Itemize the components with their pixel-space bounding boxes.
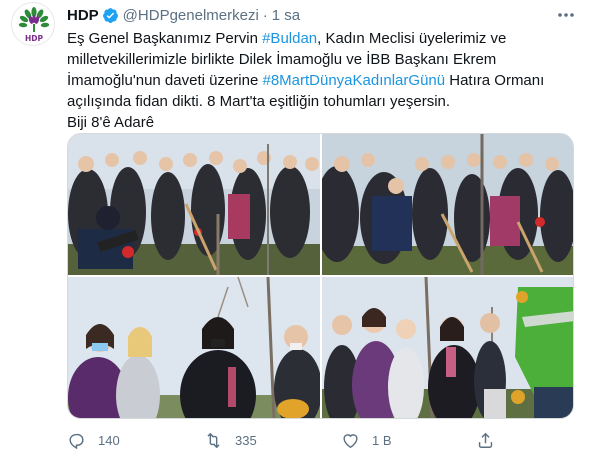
tweet-photo-1[interactable] bbox=[68, 134, 320, 275]
tweet-photo-2[interactable] bbox=[322, 134, 573, 275]
hashtag-link-buldan[interactable]: #Buldan bbox=[262, 30, 317, 47]
tweet-header: HDP @HDPgenelmerkezi · 1 sa bbox=[67, 5, 300, 25]
tweet-photo-3[interactable] bbox=[68, 277, 320, 418]
heart-icon bbox=[343, 433, 358, 448]
retweet-count: 335 bbox=[235, 432, 257, 448]
text-fragment: , Kadın Meclisi üyelerimiz ve bbox=[317, 30, 507, 47]
text-fragment: Hatıra Ormanı bbox=[445, 72, 545, 89]
separator-dot: · bbox=[262, 6, 268, 24]
like-button[interactable]: 1 B bbox=[341, 428, 392, 452]
more-icon bbox=[558, 13, 574, 17]
tweet-photo-4[interactable] bbox=[322, 277, 573, 418]
hashtag-link-8mart[interactable]: #8MartDünyaKadınlarGünü bbox=[262, 72, 445, 89]
reply-icon bbox=[69, 433, 84, 449]
tweet-text: Eş Genel Başkanımız Pervin #Buldan, Kadı… bbox=[67, 28, 579, 133]
text-fragment: İmamoğlu'nun daveti üzerine bbox=[67, 72, 263, 89]
tweet-timestamp[interactable]: 1 sa bbox=[272, 7, 300, 24]
avatar-logo-text: HDP bbox=[25, 34, 44, 43]
retweet-button[interactable]: 335 bbox=[204, 428, 257, 452]
tweet-text-line-2: milletvekillerimizle birlikte Dilek İmam… bbox=[67, 51, 497, 68]
reply-count: 140 bbox=[98, 432, 120, 448]
tweet-text-line-1: Eş Genel Başkanımız Pervin #Buldan, Kadı… bbox=[67, 28, 579, 49]
tweet-card[interactable]: HDP HDP @HDPgenelmerkezi · 1 sa Eş Genel… bbox=[0, 0, 591, 468]
hdp-logo-icon: HDP bbox=[12, 3, 54, 45]
verified-badge-icon bbox=[102, 7, 118, 23]
reply-button[interactable]: 140 bbox=[67, 428, 120, 452]
text-fragment: Eş Genel Başkanımız Pervin bbox=[67, 30, 263, 47]
tweet-text-line-5: Biji 8'ê Adarê bbox=[67, 114, 155, 131]
share-icon bbox=[478, 432, 493, 448]
tweet-text-line-4: açılışında fidan dikti. 8 Mart'ta eşitli… bbox=[67, 93, 451, 110]
tweet-action-bar: 140 335 1 B bbox=[67, 428, 579, 452]
like-count: 1 B bbox=[372, 432, 392, 448]
retweet-icon bbox=[207, 432, 220, 448]
tweet-text-line-3: İmamoğlu'nun daveti üzerine #8MartDünyaK… bbox=[67, 70, 579, 91]
share-button[interactable] bbox=[476, 428, 495, 452]
media-grid bbox=[67, 133, 574, 419]
avatar[interactable]: HDP bbox=[11, 2, 55, 46]
more-options-button[interactable] bbox=[553, 6, 579, 24]
author-handle[interactable]: @HDPgenelmerkezi bbox=[123, 7, 259, 24]
author-name[interactable]: HDP bbox=[67, 7, 99, 24]
